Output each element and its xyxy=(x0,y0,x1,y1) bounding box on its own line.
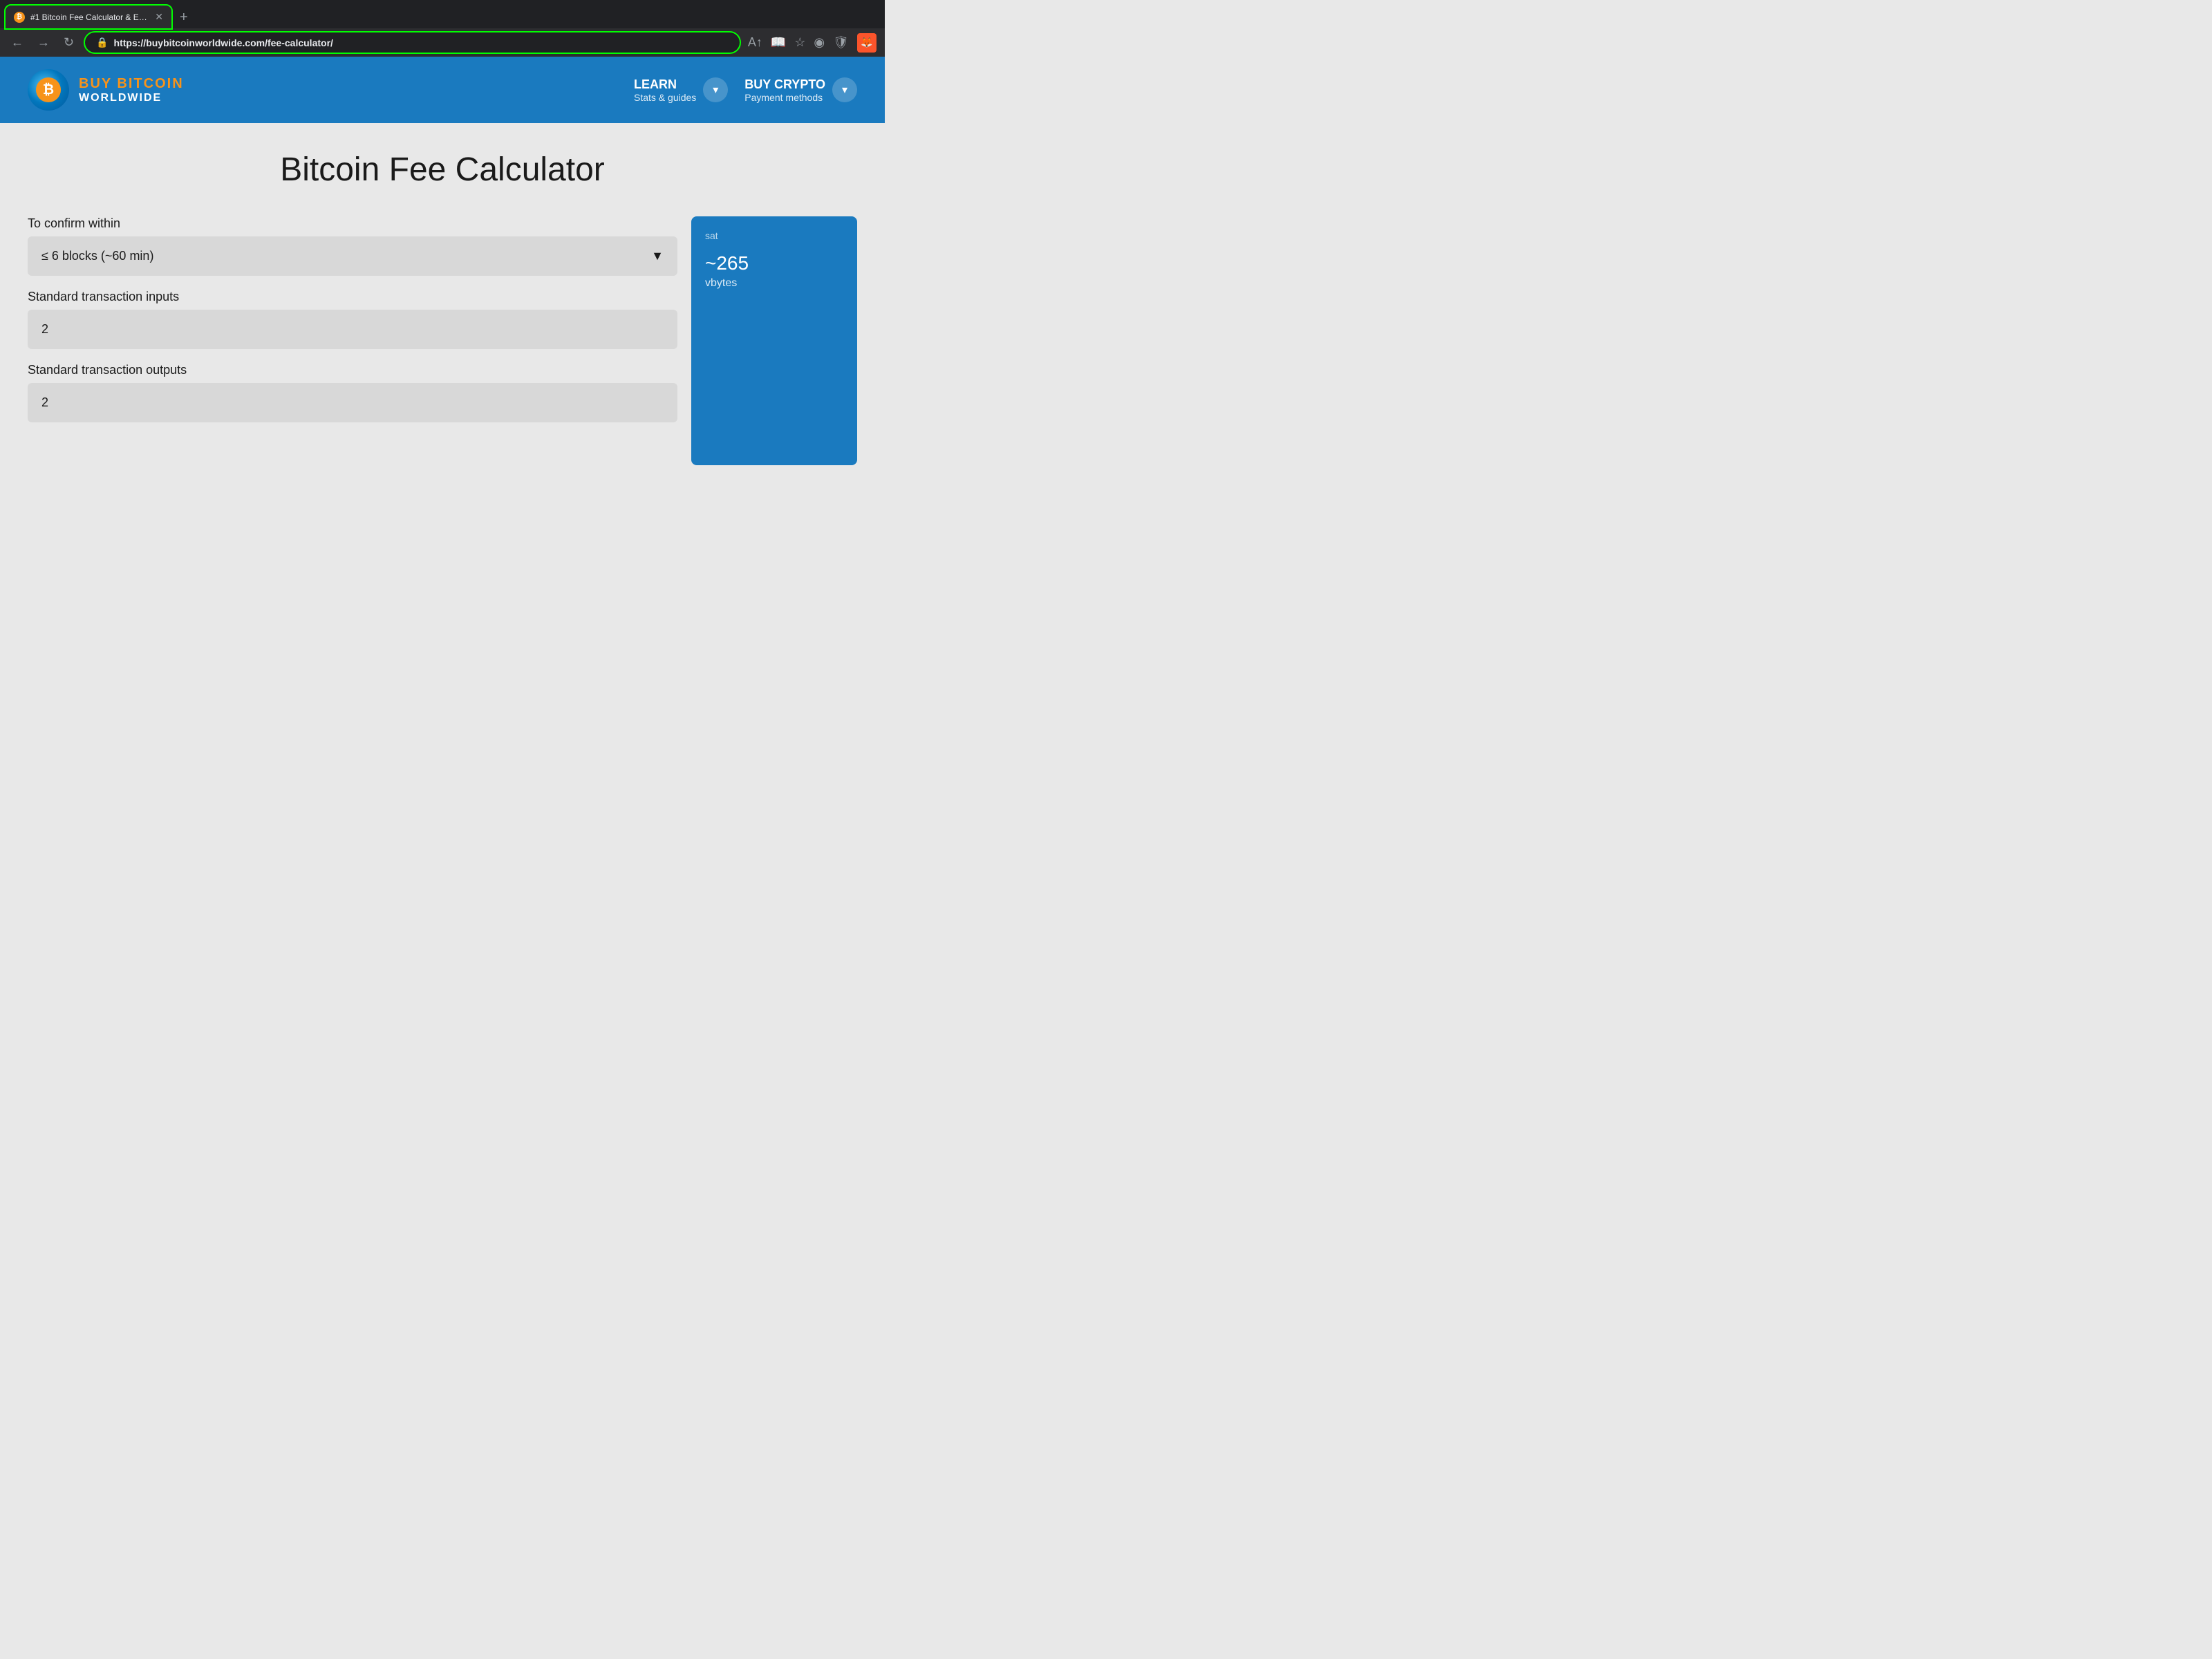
logo-line1: BUY BITCOIN xyxy=(79,76,184,92)
font-icon[interactable]: A↑ xyxy=(748,35,762,50)
confirm-select-arrow: ▼ xyxy=(651,249,664,263)
confirm-select-value: ≤ 6 blocks (~60 min) xyxy=(41,249,153,263)
bookmark-icon[interactable]: ☆ xyxy=(794,35,805,50)
main-content: Bitcoin Fee Calculator To confirm within… xyxy=(0,123,885,538)
tab-close-button[interactable]: ✕ xyxy=(155,11,163,23)
address-bar-row: ← → ↻ 🔒 https://buybitcoinworldwide.com/… xyxy=(0,28,885,57)
address-bar[interactable]: 🔒 https://buybitcoinworldwide.com/fee-ca… xyxy=(85,32,740,53)
buy-crypto-nav-sub: Payment methods xyxy=(744,92,823,103)
learn-dropdown-button[interactable]: ▾ xyxy=(703,77,728,102)
confirm-select[interactable]: ≤ 6 blocks (~60 min) ▼ xyxy=(28,236,677,276)
tab-title: #1 Bitcoin Fee Calculator & Estin xyxy=(30,12,149,22)
logo-text: BUY BITCOIN WORLDWIDE xyxy=(79,76,184,104)
tab-favicon: ₿ xyxy=(14,12,25,23)
buy-crypto-nav-main: BUY CRYPTO xyxy=(744,77,825,92)
vbytes-value: ~265 xyxy=(705,252,749,274)
inputs-label: Standard transaction inputs xyxy=(28,290,677,304)
inputs-input[interactable]: 2 xyxy=(28,310,677,349)
buy-crypto-dropdown-button[interactable]: ▾ xyxy=(832,77,857,102)
confirm-label: To confirm within xyxy=(28,216,677,231)
lock-icon: 🔒 xyxy=(96,37,108,48)
reload-button[interactable]: ↻ xyxy=(61,32,77,53)
brave-icon[interactable]: 🦊 xyxy=(857,33,877,53)
learn-nav-item[interactable]: LEARN Stats & guides ▾ xyxy=(634,77,728,103)
vbytes-unit: vbytes xyxy=(705,277,737,290)
new-tab-button[interactable]: + xyxy=(174,7,194,28)
form-layout: To confirm within ≤ 6 blocks (~60 min) ▼… xyxy=(28,216,857,465)
sat-result-row: sat xyxy=(705,230,843,241)
logo-area[interactable]: ₿ BUY BITCOIN WORLDWIDE xyxy=(28,69,184,111)
nav-items: LEARN Stats & guides ▾ BUY CRYPTO Paymen… xyxy=(634,77,857,103)
browser-icons: A↑ 📖 ☆ ◉ 🛡 🦊 xyxy=(748,33,877,53)
form-left: To confirm within ≤ 6 blocks (~60 min) ▼… xyxy=(28,216,677,465)
logo-line2: WORLDWIDE xyxy=(79,92,184,104)
logo-globe: ₿ xyxy=(28,69,69,111)
address-text: https://buybitcoinworldwide.com/fee-calc… xyxy=(114,37,333,48)
site-header: ₿ BUY BITCOIN WORLDWIDE LEARN Stats & gu… xyxy=(0,57,885,123)
buy-crypto-nav-item[interactable]: BUY CRYPTO Payment methods ▾ xyxy=(744,77,857,103)
browser-chrome: ₿ #1 Bitcoin Fee Calculator & Estin ✕ + … xyxy=(0,0,885,57)
learn-nav-sub: Stats & guides xyxy=(634,92,696,103)
vbytes-result-row: ~265 vbytes xyxy=(705,252,843,290)
sat-label: sat xyxy=(705,230,718,241)
result-panel: sat ~265 vbytes xyxy=(691,216,857,465)
shield-icon[interactable]: 🛡 xyxy=(833,35,849,50)
confirm-field: To confirm within ≤ 6 blocks (~60 min) ▼ xyxy=(28,216,677,276)
buy-crypto-nav-text: BUY CRYPTO Payment methods xyxy=(744,77,825,103)
logo-btc-symbol: ₿ xyxy=(36,77,61,102)
inputs-field: Standard transaction inputs 2 xyxy=(28,290,677,349)
learn-nav-main: LEARN xyxy=(634,77,677,92)
outputs-value: 2 xyxy=(41,395,48,409)
outputs-field: Standard transaction outputs 2 xyxy=(28,363,677,422)
forward-button[interactable]: → xyxy=(35,32,53,53)
reader-icon[interactable]: 📖 xyxy=(771,35,786,50)
active-tab[interactable]: ₿ #1 Bitcoin Fee Calculator & Estin ✕ xyxy=(6,6,171,28)
page-title: Bitcoin Fee Calculator xyxy=(28,151,857,189)
back-button[interactable]: ← xyxy=(8,32,26,53)
profile-icon[interactable]: ◉ xyxy=(814,35,825,50)
learn-nav-text: LEARN Stats & guides xyxy=(634,77,696,103)
outputs-input[interactable]: 2 xyxy=(28,383,677,422)
outputs-label: Standard transaction outputs xyxy=(28,363,677,377)
tab-bar: ₿ #1 Bitcoin Fee Calculator & Estin ✕ + xyxy=(0,6,885,28)
inputs-value: 2 xyxy=(41,322,48,336)
